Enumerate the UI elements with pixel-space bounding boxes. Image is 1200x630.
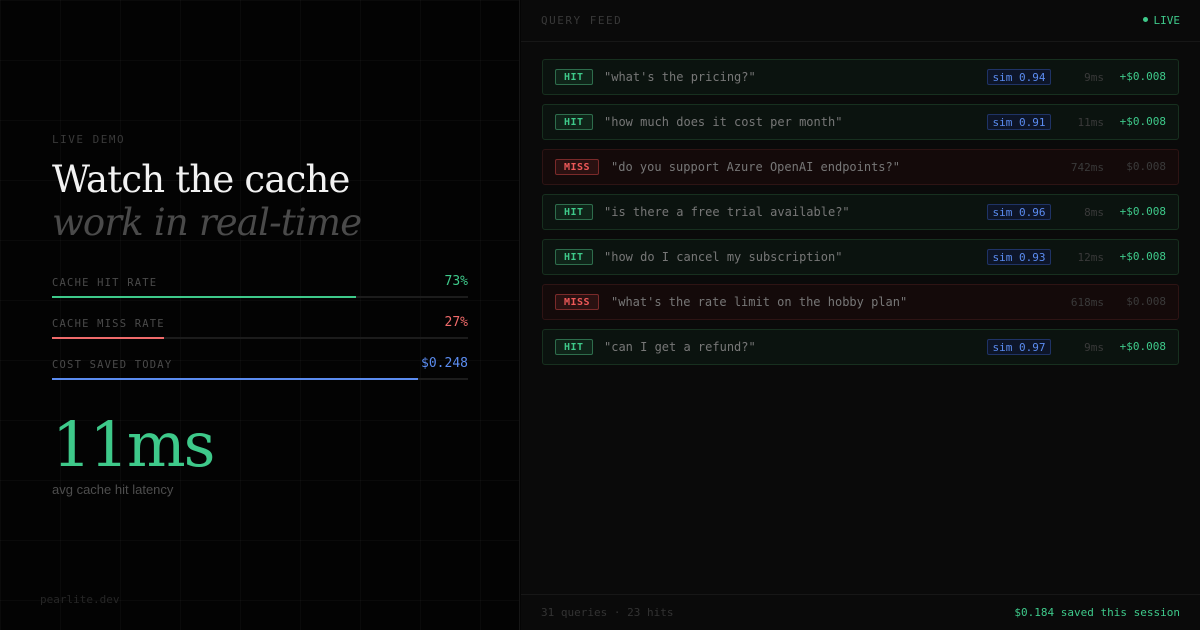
similarity-badge: sim 0.96 [987, 204, 1051, 220]
metric-fill-bar [52, 337, 165, 339]
feed-row-hit: HIT "can I get a refund?" sim 0.97 9ms +$0.0… [542, 329, 1179, 365]
query-text: "how much does it cost per month" [604, 115, 843, 129]
metric-label: CACHE MISS RATE [52, 318, 165, 330]
eyebrow-label: LIVE DEMO [52, 133, 126, 146]
similarity-badge: sim 0.93 [987, 249, 1051, 265]
avg-latency-label: avg cache hit latency [52, 482, 174, 497]
live-label: LIVE [1153, 14, 1181, 27]
hit-badge: HIT [555, 114, 593, 130]
query-text: "can I get a refund?" [604, 340, 756, 354]
hit-badge: HIT [555, 204, 593, 220]
live-dot-icon [1142, 17, 1148, 22]
session-saved: $0.184 saved this session [1014, 606, 1180, 619]
avg-latency-value: 11ms [52, 408, 216, 481]
demo-panel: LIVE DEMO Watch the cache work in real-t… [0, 0, 520, 630]
latency-value: 9ms [1084, 341, 1104, 354]
cost-saved-value: +$0.008 [1119, 250, 1166, 263]
query-text: "is there a free trial available?" [604, 205, 850, 219]
session-stats: 31 queries · 23 hits [541, 606, 674, 619]
metric-track [52, 296, 468, 298]
latency-value: 8ms [1084, 206, 1104, 219]
cost-saved-value: +$0.008 [1119, 205, 1166, 218]
metric-track [52, 337, 468, 339]
brand-watermark: pearlite.dev [40, 593, 120, 606]
metric-fill-bar [52, 296, 356, 298]
cost-saved-value: $0.008 [1126, 295, 1166, 308]
cost-saved-value: +$0.008 [1119, 70, 1166, 83]
latency-value: 9ms [1084, 71, 1104, 84]
feed-row-hit: HIT "is there a free trial available?" sim… [542, 194, 1179, 230]
latency-value: 742ms [1070, 161, 1104, 174]
metric-value: $0.248 [421, 356, 468, 371]
metric-miss-rate: CACHE MISS RATE 27% [52, 315, 468, 339]
feed-row-hit: HIT "what's the pricing?" sim 0.94 9ms +$0.0… [542, 59, 1179, 95]
miss-badge: MISS [555, 159, 600, 175]
similarity-badge: sim 0.97 [987, 339, 1051, 355]
cost-saved-value: +$0.008 [1119, 340, 1166, 353]
similarity-badge: sim 0.94 [987, 69, 1051, 85]
query-feed-panel: QUERY FEED LIVE HIT "what's the pricing?"… [521, 0, 1200, 630]
metric-value: 27% [444, 315, 468, 330]
latency-value: 11ms [1077, 116, 1105, 129]
query-text: "how do I cancel my subscription" [604, 250, 843, 264]
feed-footer: 31 queries · 23 hits $0.184 saved this s… [521, 594, 1200, 630]
feed-title: QUERY FEED [541, 14, 623, 27]
metric-cost-saved: COST SAVED TODAY $0.248 [52, 356, 468, 380]
headline: Watch the cache [52, 158, 350, 201]
hit-badge: HIT [555, 69, 593, 85]
feed-header: QUERY FEED LIVE [521, 0, 1200, 42]
feed-row-miss: MISS "what's the rate limit on the hobby … [542, 284, 1179, 320]
metric-value: 73% [444, 274, 468, 289]
metric-label: COST SAVED TODAY [52, 359, 173, 371]
metric-fill-bar [52, 378, 419, 380]
query-text: "what's the rate limit on the hobby plan… [611, 295, 908, 309]
hit-badge: HIT [555, 249, 593, 265]
cost-saved-value: +$0.008 [1119, 115, 1166, 128]
latency-value: 618ms [1070, 296, 1104, 309]
hit-badge: HIT [555, 339, 593, 355]
miss-badge: MISS [555, 294, 600, 310]
live-indicator: LIVE [1142, 14, 1181, 27]
feed-row-hit: HIT "how do I cancel my subscription" sim … [542, 239, 1179, 275]
cost-saved-value: $0.008 [1126, 160, 1166, 173]
metric-track [52, 378, 468, 380]
similarity-badge: sim 0.91 [987, 114, 1051, 130]
feed-row-miss: MISS "do you support Azure OpenAI endpoin… [542, 149, 1179, 185]
metric-label: CACHE HIT RATE [52, 277, 158, 289]
query-text: "do you support Azure OpenAI endpoints?" [611, 160, 900, 174]
metric-hit-rate: CACHE HIT RATE 73% [52, 274, 468, 298]
query-text: "what's the pricing?" [604, 70, 756, 84]
headline-subtitle: work in real-time [52, 201, 362, 244]
latency-value: 12ms [1077, 251, 1105, 264]
feed-row-hit: HIT "how much does it cost per month" sim … [542, 104, 1179, 140]
